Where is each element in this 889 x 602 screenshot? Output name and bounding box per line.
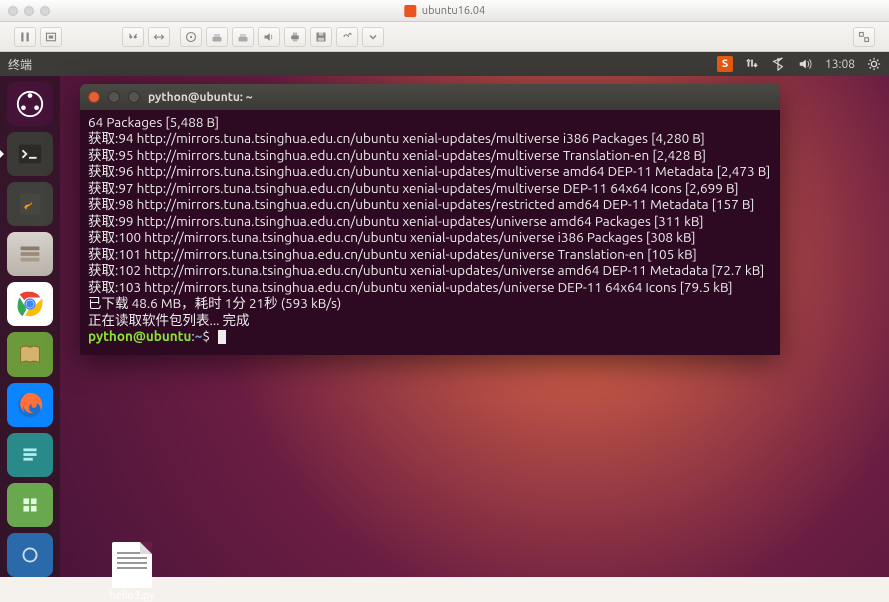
launcher-app1[interactable] <box>7 433 53 477</box>
desktop-file-hello3[interactable]: hello3.py <box>100 542 164 602</box>
terminal-window: python@ubuntu: ~ 64 Packages [5,488 B] 获… <box>80 84 780 355</box>
prompt-user: python@ubuntu <box>88 328 191 344</box>
launcher-firefox[interactable] <box>7 383 53 427</box>
settings-button[interactable] <box>122 27 144 47</box>
volume-icon[interactable] <box>797 57 813 71</box>
launcher-sublime[interactable] <box>7 182 53 226</box>
disk-button[interactable] <box>180 27 202 47</box>
printer-button[interactable] <box>284 27 306 47</box>
launcher-app2[interactable] <box>7 483 53 527</box>
launcher-dash[interactable] <box>7 82 53 126</box>
host-title: ubuntu16.04 <box>404 5 485 17</box>
maximize-icon[interactable] <box>128 91 140 103</box>
host-titlebar: ubuntu16.04 <box>0 0 889 22</box>
launcher-app3[interactable] <box>7 533 53 577</box>
desktop-file-label: hello3.py <box>100 590 164 602</box>
floppy-button[interactable] <box>310 27 332 47</box>
fullscreen-button[interactable] <box>853 27 875 47</box>
terminal-cursor <box>218 330 226 344</box>
terminal-body[interactable]: 64 Packages [5,488 B] 获取:94 http://mirro… <box>80 110 780 355</box>
ubuntu-menubar: 终端 S 13:08 <box>0 52 889 76</box>
host-title-text: ubuntu16.04 <box>422 5 485 17</box>
host-close-dot[interactable] <box>8 6 18 16</box>
gear-icon[interactable] <box>867 57 881 71</box>
clock-text[interactable]: 13:08 <box>825 58 855 71</box>
launcher-chrome[interactable] <box>7 282 53 326</box>
dropdown-button[interactable] <box>362 27 384 47</box>
launcher-terminal[interactable] <box>7 132 53 176</box>
launcher-files[interactable] <box>7 232 53 276</box>
terminal-output: 64 Packages [5,488 B] 获取:94 http://mirro… <box>88 114 772 328</box>
ime-indicator-icon[interactable]: S <box>717 56 733 72</box>
drive1-button[interactable] <box>206 27 228 47</box>
bluetooth-icon[interactable] <box>771 57 785 71</box>
network-icon[interactable] <box>745 57 759 71</box>
unity-launcher <box>0 76 60 577</box>
drive2-button[interactable] <box>232 27 254 47</box>
host-min-dot[interactable] <box>24 6 34 16</box>
terminal-title-text: python@ubuntu: ~ <box>148 91 252 104</box>
host-max-dot[interactable] <box>40 6 50 16</box>
menubar-app-name[interactable]: 终端 <box>8 56 32 73</box>
ubuntu-desktop: 终端 S 13:08 <box>0 52 889 577</box>
terminal-titlebar[interactable]: python@ubuntu: ~ <box>80 84 780 110</box>
host-toolbar <box>0 22 889 52</box>
play-pause-button[interactable] <box>14 27 36 47</box>
share-button[interactable] <box>336 27 358 47</box>
file-icon <box>112 542 152 588</box>
launcher-books[interactable] <box>7 332 53 376</box>
sound-button[interactable] <box>258 27 280 47</box>
resize-button[interactable] <box>148 27 170 47</box>
host-window-controls <box>8 6 50 16</box>
snapshot-button[interactable] <box>40 27 62 47</box>
minimize-icon[interactable] <box>108 91 120 103</box>
close-icon[interactable] <box>88 91 100 103</box>
vm-icon <box>404 5 416 17</box>
